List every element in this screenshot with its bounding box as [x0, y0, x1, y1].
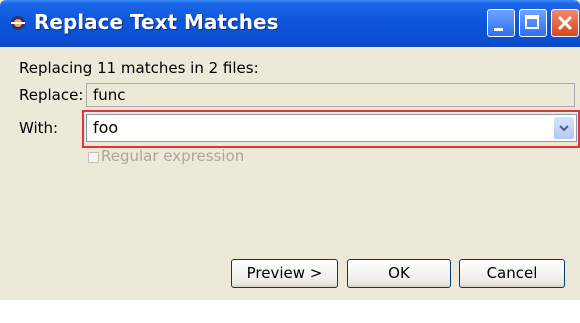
with-label: With:: [19, 119, 59, 137]
with-value[interactable]: foo: [93, 118, 118, 137]
replace-label: Replace:: [19, 86, 84, 104]
with-combobox[interactable]: foo: [86, 114, 577, 142]
replace-field: func: [86, 83, 575, 107]
regex-checkbox[interactable]: [88, 152, 99, 163]
eclipse-icon: [11, 16, 25, 30]
replace-text-matches-dialog: Replace Text Matches Replacing 11 matche…: [0, 0, 580, 300]
title-bar[interactable]: Replace Text Matches: [0, 0, 580, 47]
ok-button[interactable]: OK: [347, 259, 451, 288]
summary-text: Replacing 11 matches in 2 files:: [19, 59, 259, 77]
close-icon: [557, 15, 573, 31]
window-title: Replace Text Matches: [34, 10, 279, 34]
chevron-down-icon: [559, 125, 569, 132]
minimize-button[interactable]: [487, 9, 515, 37]
dropdown-button[interactable]: [554, 117, 574, 139]
minimize-icon: [494, 28, 503, 31]
cancel-button[interactable]: Cancel: [459, 259, 565, 288]
replace-value: func: [93, 86, 126, 104]
maximize-icon: [525, 15, 539, 29]
regex-label: Regular expression: [101, 147, 245, 165]
maximize-button[interactable]: [519, 9, 547, 37]
preview-button[interactable]: Preview >: [231, 259, 338, 288]
close-button[interactable]: [551, 9, 579, 37]
